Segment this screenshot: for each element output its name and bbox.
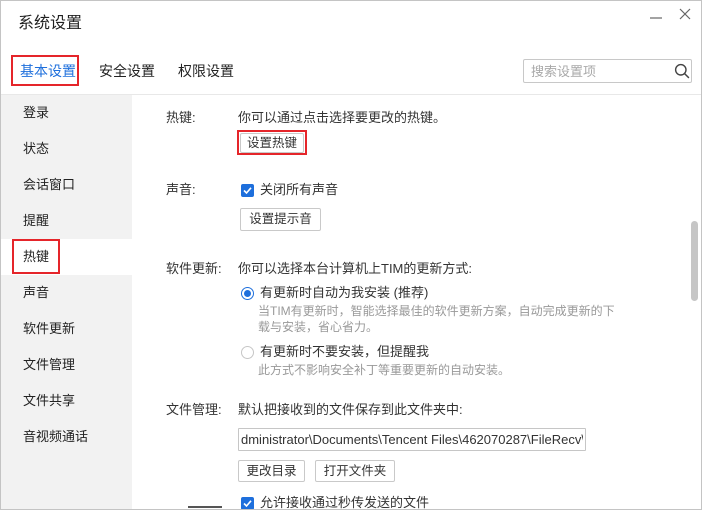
set-hotkey-button[interactable]: 设置热键	[240, 133, 304, 153]
sidebar-item-hotkeys[interactable]: 热键	[0, 239, 132, 275]
tab-security-settings[interactable]: 安全设置	[99, 60, 155, 82]
change-directory-button[interactable]: 更改目录	[238, 460, 305, 482]
radio-dot-icon	[244, 290, 251, 297]
set-notification-sound-button[interactable]: 设置提示音	[240, 208, 321, 231]
allow-instant-transfer-label: 允许接收通过秒传发送的文件	[260, 495, 430, 510]
sidebar-item-sound[interactable]: 声音	[0, 275, 132, 311]
search-box	[523, 59, 692, 83]
search-icon[interactable]	[674, 63, 690, 79]
mute-all-checkbox[interactable]	[241, 184, 254, 197]
sidebar-item-av-call[interactable]: 音视频通话	[0, 419, 132, 455]
auto-install-hint-line: 载与安装，省心省力。	[258, 320, 379, 334]
search-input[interactable]	[524, 60, 670, 82]
file-description: 默认把接收到的文件保存到此文件夹中:	[238, 402, 463, 417]
minimize-icon	[650, 17, 662, 19]
sidebar-item-status[interactable]: 状态	[0, 131, 132, 167]
window-title: 系统设置	[18, 15, 83, 32]
sidebar-item-reminder[interactable]: 提醒	[0, 203, 132, 239]
save-folder-path-field[interactable]	[238, 428, 586, 451]
notify-only-hint-line: 此方式不影响安全补丁等重要更新的自动安装。	[258, 363, 511, 377]
notify-only-label: 有更新时不要安装，但提醒我	[260, 344, 430, 359]
vertical-scrollbar-thumb[interactable]	[691, 221, 698, 301]
sidebar-item-file-management[interactable]: 文件管理	[0, 347, 132, 383]
sidebar-item-chat-window[interactable]: 会话窗口	[0, 167, 132, 203]
sound-section-label: 声音:	[166, 182, 196, 197]
hotkey-section-label: 热键:	[166, 110, 196, 125]
auto-install-radio[interactable]	[241, 287, 254, 300]
update-description: 你可以选择本台计算机上TIM的更新方式:	[238, 261, 472, 276]
hotkey-description: 你可以通过点击选择要更改的热键。	[238, 110, 447, 125]
sidebar-item-software-update[interactable]: 软件更新	[0, 311, 132, 347]
close-icon	[679, 8, 691, 20]
sidebar-item-login[interactable]: 登录	[0, 95, 132, 131]
tab-basic-settings[interactable]: 基本设置	[20, 60, 76, 82]
settings-window: 系统设置 基本设置 安全设置 权限设置 登录 状态 会话窗口 提醒 热键 声音 …	[0, 0, 702, 510]
notify-only-radio[interactable]	[241, 346, 254, 359]
allow-instant-transfer-checkbox[interactable]	[241, 497, 254, 510]
checkmark-icon	[243, 187, 252, 195]
close-button[interactable]	[673, 3, 697, 25]
checkmark-icon	[243, 500, 252, 508]
auto-install-label: 有更新时自动为我安装 (推荐)	[260, 285, 429, 300]
minimize-button[interactable]	[644, 3, 668, 25]
sidebar: 登录 状态 会话窗口 提醒 热键 声音 软件更新 文件管理 文件共享 音视频通话	[0, 95, 132, 510]
file-section-label: 文件管理:	[166, 402, 222, 417]
sidebar-item-file-sharing[interactable]: 文件共享	[0, 383, 132, 419]
open-folder-button[interactable]: 打开文件夹	[315, 460, 395, 482]
mute-all-label: 关闭所有声音	[260, 182, 339, 197]
tab-permission-settings[interactable]: 权限设置	[178, 60, 234, 82]
update-section-label: 软件更新:	[166, 261, 222, 276]
partial-divider	[188, 506, 222, 508]
